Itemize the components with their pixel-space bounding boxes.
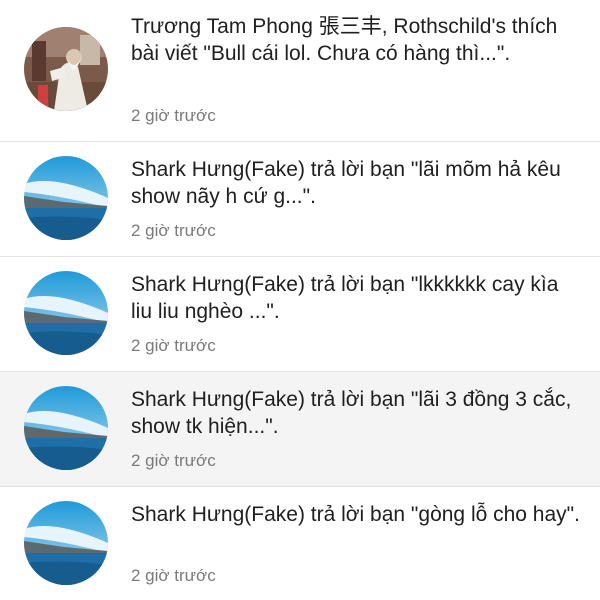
avatar[interactable] [24, 156, 108, 240]
notification-item[interactable]: Shark Hưng(Fake) trả lời bạn "gòng lỗ ch… [0, 487, 600, 600]
avatar[interactable] [24, 386, 108, 470]
notification-list: Trương Tam Phong 張三丰, Rothschild's thích… [0, 0, 600, 600]
notification-item[interactable]: Shark Hưng(Fake) trả lời bạn "lãi mõm hả… [0, 142, 600, 257]
avatar[interactable] [24, 501, 108, 585]
notification-item[interactable]: Trương Tam Phong 張三丰, Rothschild's thích… [0, 0, 600, 142]
notification-text: Shark Hưng(Fake) trả lời bạn "lkkkkkk ca… [131, 273, 559, 323]
sea-landscape-avatar-image [24, 156, 108, 240]
notification-time: 2 giờ trước [131, 106, 216, 125]
notification-time: 2 giờ trước [131, 221, 216, 240]
notification-text: Shark Hưng(Fake) trả lời bạn "lãi mõm hả… [131, 158, 561, 208]
notification-text: Trương Tam Phong 張三丰, Rothschild's thích… [131, 15, 558, 65]
sea-landscape-avatar-image [24, 271, 108, 355]
notification-time: 2 giờ trước [131, 451, 216, 470]
avatar[interactable] [24, 271, 108, 355]
sea-landscape-avatar-image [24, 501, 108, 585]
sea-landscape-avatar-image [24, 386, 108, 470]
monk-photo-avatar-image [24, 27, 108, 111]
notification-text: Shark Hưng(Fake) trả lời bạn "lãi 3 đồng… [131, 388, 572, 438]
notification-time: 2 giờ trước [131, 336, 216, 355]
notification-item[interactable]: Shark Hưng(Fake) trả lời bạn "lãi 3 đồng… [0, 372, 600, 487]
notification-item[interactable]: Shark Hưng(Fake) trả lời bạn "lkkkkkk ca… [0, 257, 600, 372]
avatar[interactable] [24, 27, 108, 111]
notification-text: Shark Hưng(Fake) trả lời bạn "gòng lỗ ch… [131, 503, 580, 526]
notification-time: 2 giờ trước [131, 566, 216, 585]
